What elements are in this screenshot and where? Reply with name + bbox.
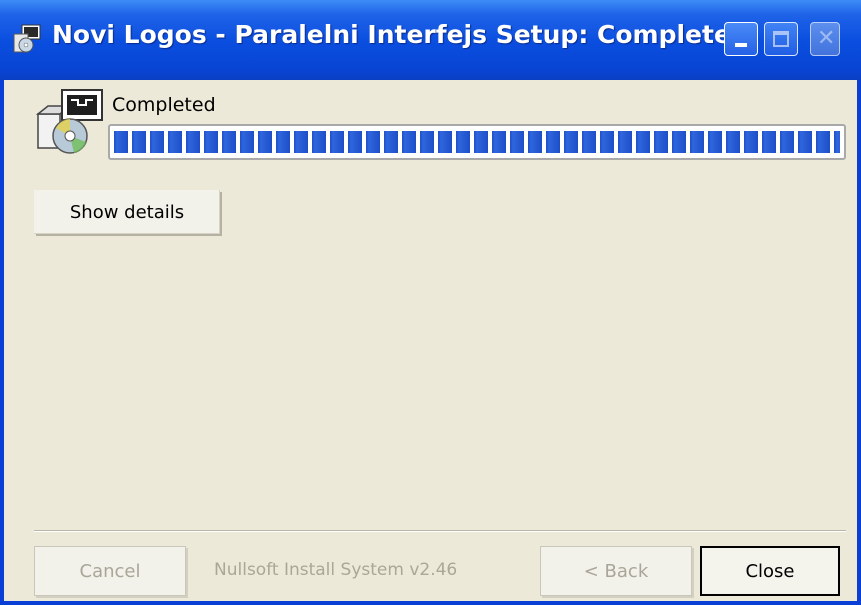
back-button[interactable]: < Back (540, 546, 692, 596)
close-window-button[interactable]: ✕ (810, 22, 840, 56)
status-label: Completed (112, 94, 216, 116)
show-details-button[interactable]: Show details (34, 190, 220, 234)
progress-bar (108, 124, 846, 160)
branding-text: Nullsoft Install System v2.46 (214, 560, 458, 580)
close-button[interactable]: Close (700, 546, 840, 596)
installer-window: Novi Logos - Paralelni Interfejs Setup: … (0, 0, 861, 605)
cancel-button[interactable]: Cancel (34, 546, 186, 596)
setup-package-icon (35, 89, 103, 154)
minimize-icon (735, 43, 747, 47)
maximize-button[interactable] (764, 22, 798, 56)
maximize-icon (773, 31, 789, 47)
installer-icon (13, 24, 41, 53)
minimize-button[interactable] (724, 22, 758, 56)
close-icon: ✕ (817, 26, 836, 51)
title-bar[interactable]: Novi Logos - Paralelni Interfejs Setup: … (0, 0, 861, 80)
window-title: Novi Logos - Paralelni Interfejs Setup: … (52, 20, 749, 49)
footer-separator (34, 530, 846, 532)
progress-fill (114, 131, 840, 153)
